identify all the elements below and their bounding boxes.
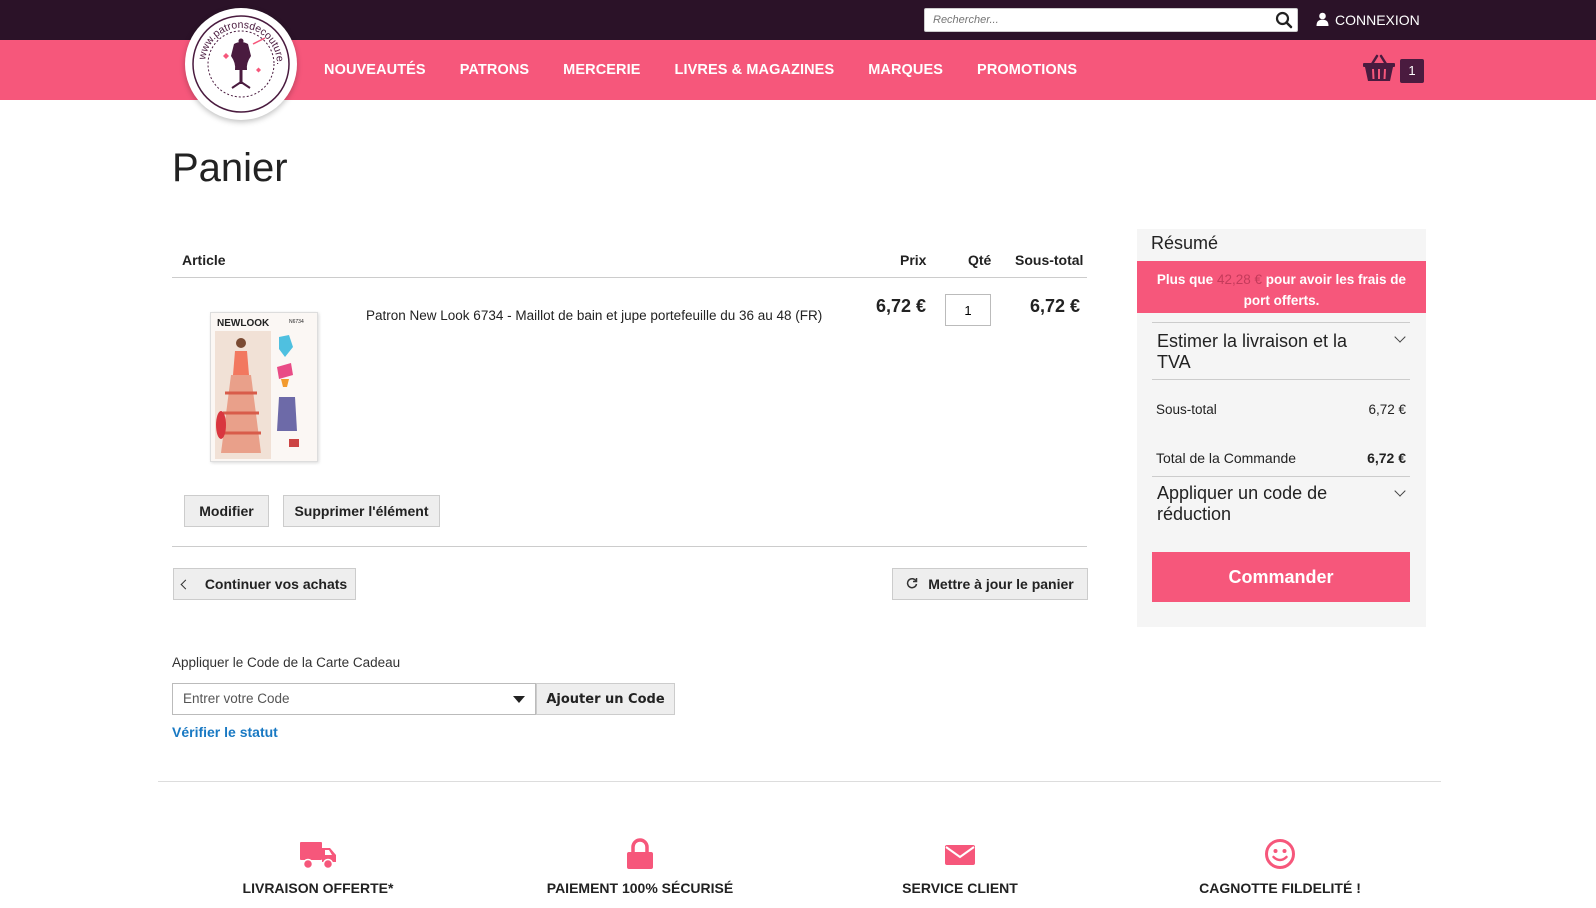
cart-table-header: Article Prix Qté Sous-total xyxy=(172,240,1087,278)
estimate-shipping-label: Estimer la livraison et la TVA xyxy=(1157,331,1348,372)
nav-item-livres-magazines[interactable]: LIVRES & MAGAZINES xyxy=(675,62,835,78)
product-image-brand: NEWLOOK xyxy=(217,318,270,329)
free-shipping-suffix: pour avoir les frais de port offerts. xyxy=(1243,272,1407,308)
truck-icon xyxy=(300,842,336,870)
feature-secure-payment: PAIEMENT 100% SÉCURISÉ xyxy=(510,838,770,896)
summary-total-value: 6,72 € xyxy=(1367,450,1406,466)
column-header-qty: Qté xyxy=(968,252,992,268)
feature-customer-service-label: SERVICE CLIENT xyxy=(902,880,1018,896)
summary-total-row: Total de la Commande 6,72 € xyxy=(1156,450,1406,466)
feature-loyalty: CAGNOTTE FILDELITÉ ! xyxy=(1150,838,1410,896)
add-gift-code-button[interactable]: Ajouter un Code xyxy=(536,683,675,715)
main-nav: NOUVEAUTÉS PATRONS MERCERIE LIVRES & MAG… xyxy=(324,40,1111,100)
column-header-article: Article xyxy=(182,252,226,268)
caret-down-icon xyxy=(513,696,525,703)
discount-code-label: Appliquer un code de réduction xyxy=(1157,483,1328,524)
mini-cart[interactable]: 1 xyxy=(1362,54,1424,87)
basket-icon xyxy=(1362,54,1396,87)
order-summary: Résumé Plus que 42,28 € pour avoir les f… xyxy=(1137,229,1426,627)
estimate-shipping-toggle[interactable]: Estimer la livraison et la TVA xyxy=(1152,322,1410,380)
nav-item-promotions[interactable]: PROMOTIONS xyxy=(977,62,1077,78)
nav-item-mercerie[interactable]: MERCERIE xyxy=(563,62,640,78)
column-header-subtotal: Sous-total xyxy=(1015,252,1084,268)
update-cart-label: Mettre à jour le panier xyxy=(928,576,1074,592)
cart-divider xyxy=(172,546,1087,547)
item-subtotal: 6,72 € xyxy=(1030,296,1081,316)
login-link[interactable]: CONNEXION xyxy=(1316,10,1420,30)
nav-item-patrons[interactable]: PATRONS xyxy=(460,62,529,78)
summary-total-label: Total de la Commande xyxy=(1156,450,1297,466)
summary-subtotal-value: 6,72 € xyxy=(1368,402,1406,417)
checkout-button[interactable]: Commander xyxy=(1152,552,1410,602)
feature-loyalty-label: CAGNOTTE FILDELITÉ ! xyxy=(1199,880,1361,896)
chevron-left-icon xyxy=(180,579,191,589)
summary-subtotal-label: Sous-total xyxy=(1156,402,1217,417)
feature-free-delivery-label: LIVRAISON OFFERTE* xyxy=(242,880,394,896)
nav-item-marques[interactable]: MARQUES xyxy=(868,62,943,78)
search-icon[interactable] xyxy=(1275,11,1293,29)
item-price: 6,72 € xyxy=(876,296,927,316)
edit-item-button[interactable]: Modifier xyxy=(184,495,269,527)
free-shipping-prefix: Plus que xyxy=(1156,272,1214,287)
remove-item-button[interactable]: Supprimer l'élément xyxy=(283,495,440,527)
continue-shopping-label: Continuer vos achats xyxy=(204,576,348,592)
feature-customer-service: SERVICE CLIENT xyxy=(830,838,1090,896)
cart-count-badge: 1 xyxy=(1400,58,1424,83)
gift-card-label: Appliquer le Code de la Carte Cadeau xyxy=(172,655,401,670)
product-image-code: N6734 xyxy=(289,319,304,325)
chevron-down-icon xyxy=(1394,331,1406,343)
search-input[interactable] xyxy=(925,9,1265,31)
gift-card-code-input[interactable]: Entrer votre Code xyxy=(172,683,536,715)
column-header-price: Prix xyxy=(900,252,927,268)
envelope-icon xyxy=(945,845,975,865)
free-shipping-amount: 42,28 € xyxy=(1216,272,1262,287)
free-shipping-banner: Plus que 42,28 € pour avoir les frais de… xyxy=(1137,261,1426,313)
gift-card-placeholder: Entrer votre Code xyxy=(183,691,290,706)
update-cart-button[interactable]: Mettre à jour le panier xyxy=(892,568,1088,600)
lock-icon xyxy=(627,838,653,869)
refresh-icon xyxy=(906,576,918,592)
site-logo[interactable]: www.patronsdecouture.com xyxy=(181,0,297,120)
feature-secure-payment-label: PAIEMENT 100% SÉCURISÉ xyxy=(546,880,734,896)
discount-code-toggle[interactable]: Appliquer un code de réduction xyxy=(1152,476,1410,534)
product-image[interactable]: NEWLOOK N6734 xyxy=(210,312,318,462)
nav-item-nouveautes[interactable]: NOUVEAUTÉS xyxy=(324,62,426,78)
verify-status-link[interactable]: Vérifier le statut xyxy=(172,724,278,740)
product-name[interactable]: Patron New Look 6734 - Maillot de bain e… xyxy=(366,308,822,323)
footer-divider xyxy=(158,781,1441,782)
quantity-input[interactable] xyxy=(945,294,991,326)
summary-title: Résumé xyxy=(1151,233,1219,253)
login-label: CONNEXION xyxy=(1335,12,1420,28)
page-title: Panier xyxy=(172,146,288,190)
search-box xyxy=(924,8,1298,32)
feature-free-delivery: LIVRAISON OFFERTE* xyxy=(188,838,448,896)
chevron-down-icon xyxy=(1394,485,1406,497)
user-icon xyxy=(1316,12,1329,29)
summary-subtotal-row: Sous-total 6,72 € xyxy=(1156,402,1406,417)
continue-shopping-button[interactable]: Continuer vos achats xyxy=(173,568,356,600)
smiley-icon xyxy=(1265,839,1295,869)
